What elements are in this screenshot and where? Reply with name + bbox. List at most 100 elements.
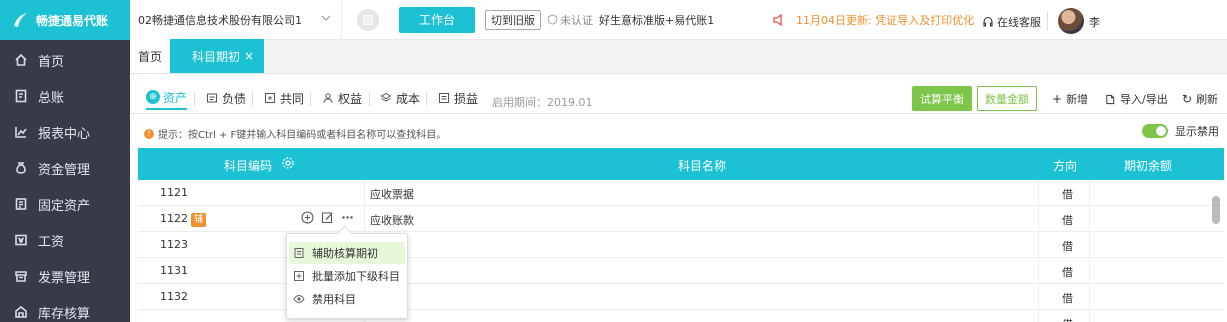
- tab-label: 损益: [454, 91, 479, 106]
- certification-status[interactable]: 未认证: [547, 12, 593, 28]
- menu-item-auxiliary-opening[interactable]: 辅助核算期初: [289, 242, 405, 264]
- sidebar-item-ledger[interactable]: 总账: [0, 78, 130, 114]
- quantity-amount-button[interactable]: 数量金额: [977, 86, 1037, 111]
- layers-icon: [380, 92, 392, 102]
- menu-item-batch-add-sub[interactable]: 批量添加下级科目: [289, 265, 405, 287]
- import-export-button[interactable]: 导入/导出: [1105, 91, 1168, 107]
- divider: [364, 180, 365, 206]
- sidebar-item-salary[interactable]: 工资: [0, 222, 130, 258]
- headset-icon: [983, 16, 993, 27]
- menu-item-disable-subject[interactable]: 禁用科目: [289, 288, 405, 310]
- edit-icon[interactable]: [321, 211, 334, 224]
- gear-icon[interactable]: [281, 156, 295, 170]
- app-root: 畅捷通易代账 首页 总账 报表中心 资金管理 固定资产 工资 发票管理 库存核算…: [0, 0, 1227, 322]
- sidebar-item-label: 报表中心: [38, 126, 91, 142]
- online-service-link[interactable]: 在线客服: [982, 14, 1041, 30]
- header-name: 科目名称: [678, 159, 727, 173]
- workbench-button[interactable]: 工作台: [399, 6, 475, 33]
- tab-cost[interactable]: 成本: [380, 86, 420, 110]
- money-bag-icon: [16, 162, 26, 174]
- add-label: 新增: [1066, 93, 1089, 106]
- speaker-icon: [773, 13, 782, 27]
- tab-opening-balance[interactable]: 科目期初 ×: [170, 39, 265, 73]
- chevron-down-icon: [321, 15, 331, 21]
- document-icon: [294, 248, 304, 258]
- sidebar-item-label: 工资: [38, 234, 65, 250]
- sidebar-item-home[interactable]: 首页: [0, 42, 130, 78]
- refresh-button[interactable]: ↻ 刷新: [1182, 91, 1218, 107]
- sidebar-item-funds[interactable]: 资金管理: [0, 150, 130, 186]
- assets-icon: ⊕: [146, 90, 160, 104]
- company-select[interactable]: 02畅捷通信息技术股份有限公司1: [130, 0, 342, 40]
- add-button[interactable]: + 新增: [1052, 91, 1088, 107]
- trial-balance-button[interactable]: 试算平衡: [912, 86, 972, 111]
- divider: [252, 92, 253, 106]
- row-code-cell: 1122 辅: [160, 212, 207, 227]
- table-row[interactable]: 1121 应收票据 借: [138, 180, 1224, 206]
- row-code: 1122: [160, 212, 188, 225]
- tab-liabilities[interactable]: 负债: [206, 86, 246, 110]
- divider: [1089, 180, 1090, 206]
- avatar[interactable]: [1058, 8, 1084, 34]
- page-tabs: 首页 科目期初 ×: [130, 39, 1227, 74]
- profit-loss-icon: [439, 93, 449, 103]
- service-label: 在线客服: [997, 16, 1041, 29]
- row-tools: [301, 211, 361, 224]
- refresh-label: 刷新: [1196, 93, 1219, 106]
- sidebar-item-label: 发票管理: [38, 270, 91, 286]
- row-direction: 借: [1062, 266, 1073, 279]
- app-logo[interactable]: 畅捷通易代账: [0, 0, 130, 40]
- asset-icon: [15, 198, 27, 210]
- liabilities-icon: [207, 93, 217, 103]
- sidebar: 畅捷通易代账 首页 总账 报表中心 资金管理 固定资产 工资 发票管理 库存核算: [0, 0, 130, 322]
- divider: [1038, 180, 1039, 206]
- tab-home[interactable]: 首页: [130, 39, 171, 73]
- scrollbar-thumb[interactable]: [1212, 196, 1220, 224]
- divider: [194, 92, 195, 106]
- tab-common[interactable]: 共同: [264, 86, 304, 110]
- tab-label: 科目期初: [192, 49, 241, 64]
- info-icon: !: [144, 128, 154, 139]
- sidebar-item-invoices[interactable]: 发票管理: [0, 258, 130, 294]
- tab-assets[interactable]: ⊕ 资产: [146, 86, 188, 110]
- import-export-label: 导入/导出: [1120, 93, 1168, 106]
- row-code: 1131: [160, 264, 188, 277]
- sidebar-item-reports[interactable]: 报表中心: [0, 114, 130, 150]
- user-name[interactable]: 李: [1089, 14, 1100, 30]
- row-direction: 借: [1062, 214, 1073, 227]
- tab-label: 共同: [280, 91, 305, 106]
- divider: [1089, 284, 1090, 310]
- sidebar-item-inventory[interactable]: 库存核算: [0, 294, 130, 322]
- more-icon[interactable]: [341, 211, 354, 224]
- salary-icon: [15, 234, 27, 246]
- row-code: 1123: [160, 238, 188, 251]
- close-icon[interactable]: ×: [244, 49, 254, 63]
- row-direction: 借: [1062, 292, 1073, 305]
- update-notice[interactable]: 11月04日更新: 凭证导入及打印优化: [772, 12, 974, 28]
- notice-text: 11月04日更新: 凭证导入及打印优化: [796, 14, 975, 27]
- divider: [1089, 258, 1090, 284]
- add-box-icon: [294, 271, 304, 281]
- home-icon: [15, 53, 27, 66]
- table-row[interactable]: 1122 辅 应收账款 借: [138, 206, 1224, 232]
- sidebar-item-label: 固定资产: [38, 198, 91, 214]
- divider: [1089, 206, 1090, 232]
- divider: [1038, 310, 1039, 322]
- sidebar-item-fixed-assets[interactable]: 固定资产: [0, 186, 130, 222]
- calendar-icon[interactable]: [357, 8, 379, 31]
- divider: [364, 206, 365, 232]
- show-disabled-toggle[interactable]: [1142, 124, 1168, 138]
- edition-label: 好生意标准版+易代账1: [599, 13, 715, 27]
- tab-equity[interactable]: 权益: [322, 86, 362, 110]
- add-circle-icon[interactable]: [301, 211, 314, 224]
- switch-old-version-button[interactable]: 切到旧版: [485, 9, 541, 30]
- row-name: 应收账款: [370, 214, 414, 227]
- divider: [1038, 206, 1039, 232]
- divider: [1038, 258, 1039, 284]
- sidebar-item-label: 库存核算: [38, 306, 91, 322]
- tab-profit-loss[interactable]: 损益: [438, 86, 478, 110]
- inventory-icon: [15, 305, 27, 318]
- logo-icon: [14, 13, 27, 27]
- divider: [310, 92, 311, 106]
- refresh-icon: ↻: [1182, 92, 1193, 106]
